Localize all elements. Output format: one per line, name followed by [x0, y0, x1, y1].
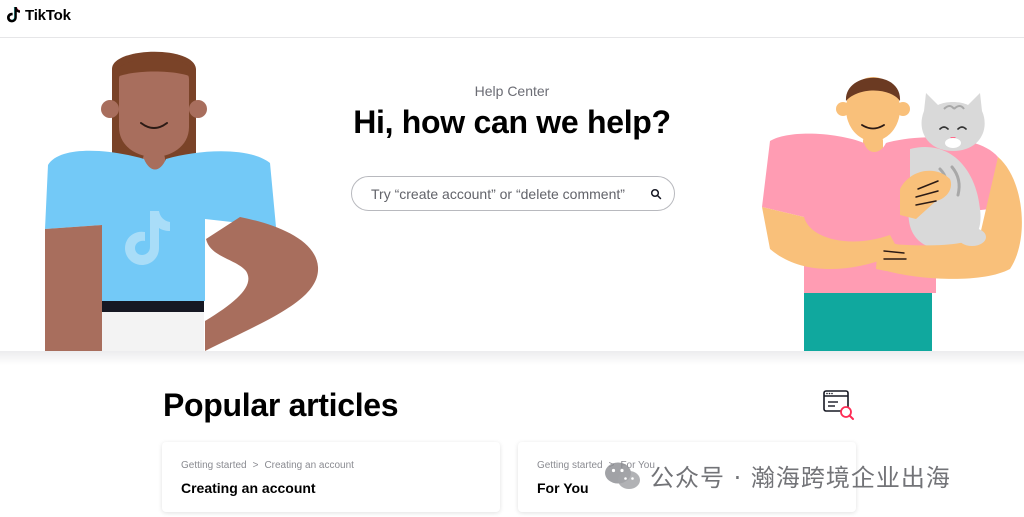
breadcrumb-item[interactable]: Creating an account [264, 460, 354, 471]
search-bar[interactable] [351, 176, 675, 211]
breadcrumb-item[interactable]: Getting started [537, 460, 603, 471]
search-input[interactable] [371, 185, 641, 202]
breadcrumb-separator: > [252, 460, 259, 471]
tiktok-note-icon [7, 7, 20, 23]
tiktok-logo[interactable]: TikTok [6, 6, 71, 24]
top-bar: TikTok [0, 0, 1024, 38]
watermark-text: 公众号 · 瀚海跨境企业出海 [650, 464, 951, 492]
wechat-icon [605, 462, 640, 489]
browser-search-icon [823, 390, 854, 420]
watermark: 公众号 · 瀚海跨境企业出海 [604, 458, 951, 493]
breadcrumb: Getting started > Creating an account [181, 460, 481, 471]
article-title[interactable]: Creating an account [181, 480, 481, 496]
article-card[interactable]: Getting started > Creating an account Cr… [162, 442, 500, 512]
breadcrumb-item[interactable]: Getting started [181, 460, 247, 471]
popular-articles-heading: Popular articles [163, 387, 399, 423]
help-center-label: Help Center [474, 83, 550, 99]
search-icon[interactable] [650, 188, 662, 200]
brand-name: TikTok [25, 6, 71, 24]
hero-title: Hi, how can we help? [353, 104, 671, 140]
hero-divider [0, 351, 1024, 365]
